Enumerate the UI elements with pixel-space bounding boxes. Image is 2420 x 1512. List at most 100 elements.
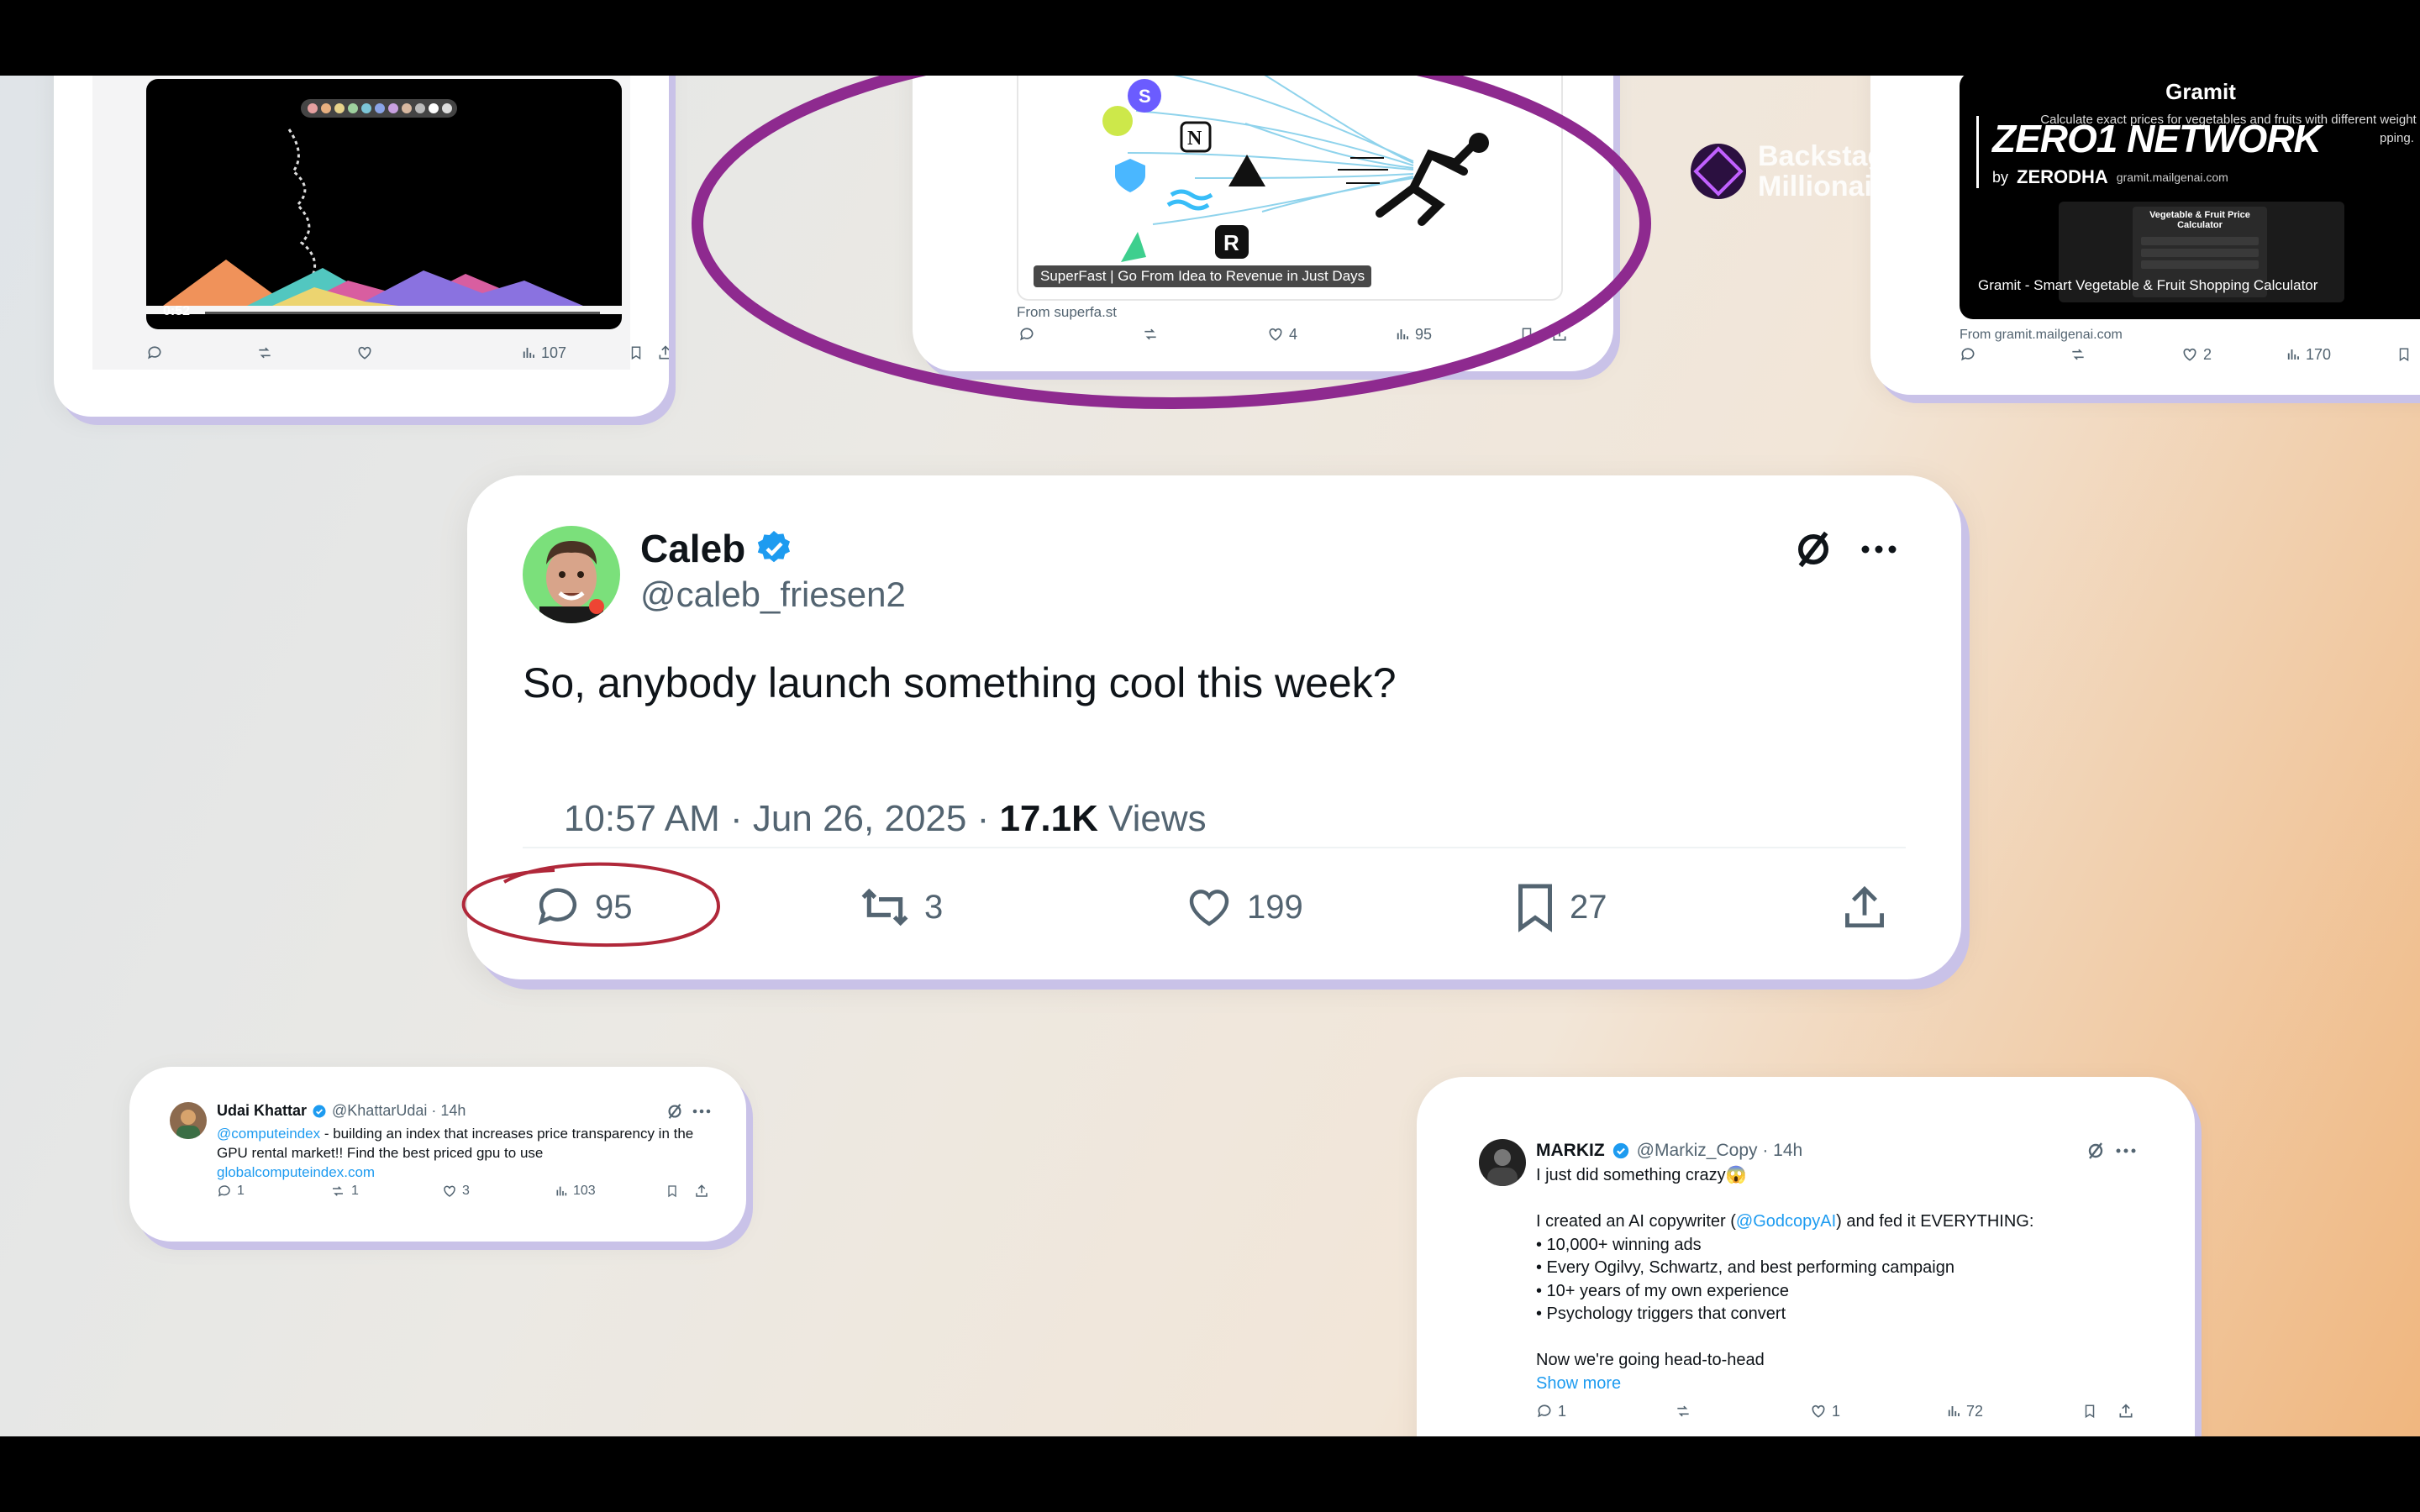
retweet-icon[interactable] bbox=[1141, 326, 1160, 343]
avatar[interactable] bbox=[1479, 1139, 1526, 1186]
views-stat[interactable]: 103 bbox=[555, 1184, 596, 1199]
grok-icon[interactable] bbox=[1791, 528, 1835, 571]
bookmark-icon[interactable] bbox=[2082, 1403, 2097, 1420]
zero1-overlay: ZERO1 NETWORK by ZERODHA gramit.mailgena… bbox=[1976, 116, 2362, 188]
handle-time[interactable]: @KhattarUdai · 14h bbox=[332, 1102, 466, 1120]
retweet-count: 1 bbox=[351, 1184, 359, 1198]
reply-icon[interactable] bbox=[1018, 326, 1035, 343]
handle[interactable]: @caleb_friesen2 bbox=[640, 575, 906, 615]
mention-link[interactable]: @computeindex bbox=[217, 1126, 320, 1142]
svg-text:N: N bbox=[1187, 128, 1202, 150]
like-count: 3 bbox=[462, 1184, 470, 1198]
like-icon[interactable] bbox=[356, 344, 373, 361]
verified-badge-icon bbox=[754, 528, 794, 569]
retweet-icon[interactable] bbox=[1674, 1403, 1692, 1420]
tweet-line-last: Now we're going head-to-head bbox=[1536, 1351, 1765, 1369]
share-button[interactable] bbox=[1840, 882, 1889, 932]
bookmark-button[interactable]: 27 bbox=[1514, 882, 1607, 932]
mention-link[interactable]: @GodcopyAI bbox=[1736, 1212, 1836, 1231]
reply-icon bbox=[538, 888, 577, 926]
tweet-timestamp[interactable]: 10:57 AM · Jun 26, 2025 · bbox=[564, 798, 1000, 839]
video-player[interactable]: 0:52 bbox=[146, 79, 622, 329]
like-stat[interactable]: 2 bbox=[2181, 346, 2212, 364]
views-stat[interactable]: 95 bbox=[1395, 326, 1432, 344]
reply-icon[interactable] bbox=[1960, 346, 1976, 363]
views-count: 17.1K bbox=[999, 798, 1098, 839]
bullet-item: • Every Ogilvy, Schwartz, and best perfo… bbox=[1536, 1258, 1954, 1277]
share-icon[interactable] bbox=[694, 1184, 709, 1199]
reply-stat[interactable]: 1 bbox=[217, 1184, 245, 1199]
retweet-icon[interactable] bbox=[2069, 346, 2087, 363]
more-options-icon[interactable] bbox=[692, 1107, 711, 1116]
share-icon[interactable] bbox=[1551, 326, 1568, 343]
retweet-button[interactable]: 3 bbox=[859, 884, 943, 931]
more-options-icon[interactable] bbox=[1859, 534, 1899, 564]
views-stat[interactable]: 72 bbox=[1946, 1403, 1983, 1420]
reply-button[interactable]: 95 bbox=[534, 884, 633, 931]
bookmark-icon[interactable] bbox=[2396, 346, 2412, 363]
display-name[interactable]: Caleb bbox=[640, 526, 745, 571]
zero1-title: ZERO1 NETWORK bbox=[1992, 117, 2322, 160]
share-icon[interactable] bbox=[657, 344, 669, 361]
heart-icon bbox=[1189, 890, 1229, 927]
views-stat[interactable]: 107 bbox=[521, 344, 566, 362]
avatar[interactable] bbox=[170, 1102, 207, 1139]
views-stat[interactable]: 170 bbox=[2286, 346, 2331, 364]
display-name-row: Caleb bbox=[640, 526, 794, 571]
bullet-item: • 10,000+ winning ads bbox=[1536, 1235, 1702, 1254]
svg-text:S: S bbox=[1139, 86, 1151, 107]
views-count: 72 bbox=[1966, 1402, 1984, 1420]
bullet-item: • Psychology triggers that convert bbox=[1536, 1305, 1786, 1323]
letterbox-top bbox=[0, 0, 2420, 76]
like-count: 199 bbox=[1247, 888, 1303, 926]
reply-stat[interactable]: 1 bbox=[1536, 1403, 1566, 1420]
video-progress-bar[interactable] bbox=[205, 312, 600, 314]
tweet-line-2: I created an AI copywriter (@GodcopyAI) … bbox=[1536, 1212, 2034, 1231]
bookmark-count: 27 bbox=[1570, 888, 1607, 926]
main-tweet-actions: 95 3 199 27 bbox=[467, 875, 1961, 942]
like-count: 4 bbox=[1289, 325, 1298, 343]
tweet-text: I just did something crazy😱 I created an… bbox=[1536, 1164, 2175, 1395]
views-count: 107 bbox=[541, 344, 567, 361]
grok-icon[interactable] bbox=[666, 1102, 684, 1121]
bookmark-icon[interactable] bbox=[1519, 326, 1534, 343]
tweet-text-line1: - building an index that increases price… bbox=[320, 1126, 694, 1142]
retweet-count: 3 bbox=[924, 888, 944, 926]
reply-icon[interactable] bbox=[146, 344, 163, 361]
reply-count: 1 bbox=[237, 1184, 245, 1198]
views-count: 170 bbox=[2306, 345, 2332, 363]
gramit-title: Gramit bbox=[2165, 79, 2236, 104]
like-count: 2 bbox=[2203, 345, 2212, 363]
like-stat[interactable]: 1 bbox=[1810, 1403, 1840, 1420]
calculator-title: Vegetable & Fruit Price Calculator bbox=[2149, 210, 2250, 230]
bookmark-icon[interactable] bbox=[629, 344, 644, 361]
tweet-text: So, anybody launch something cool this w… bbox=[523, 659, 1397, 706]
retweet-icon[interactable] bbox=[255, 344, 274, 361]
svg-text:R: R bbox=[1223, 230, 1239, 255]
tweet-header: MARKIZ @Markiz_Copy · 14h bbox=[1536, 1141, 1802, 1161]
gramit-source[interactable]: From gramit.mailgenai.com bbox=[1960, 328, 2123, 343]
zero1-by: by bbox=[1992, 168, 2009, 186]
avatar[interactable] bbox=[523, 526, 620, 623]
reply-count: 1 bbox=[1558, 1402, 1567, 1420]
views-label: Views bbox=[1097, 798, 1207, 839]
show-more-link[interactable]: Show more bbox=[1536, 1373, 2175, 1396]
link-source[interactable]: From superfa.st bbox=[1017, 304, 1117, 321]
divider bbox=[523, 847, 1906, 848]
bookmark-icon[interactable] bbox=[666, 1184, 679, 1199]
like-stat[interactable]: 4 bbox=[1267, 326, 1297, 344]
more-options-icon[interactable] bbox=[2116, 1146, 2136, 1156]
gramit-preview[interactable]: Gramit Calculate exact prices for vegeta… bbox=[1960, 72, 2420, 319]
display-name[interactable]: Udai Khattar bbox=[217, 1102, 307, 1120]
like-stat[interactable]: 3 bbox=[442, 1184, 470, 1199]
external-link[interactable]: globalcomputeindex.com bbox=[217, 1164, 375, 1180]
grok-icon[interactable] bbox=[2086, 1141, 2106, 1161]
retweet-stat[interactable]: 1 bbox=[329, 1184, 359, 1199]
handle-time[interactable]: @Markiz_Copy · 14h bbox=[1637, 1141, 1803, 1161]
gramit-caption: Gramit - Smart Vegetable & Fruit Shoppin… bbox=[1978, 277, 2318, 293]
backstage-line1: Backstage bbox=[1758, 140, 1902, 172]
share-icon[interactable] bbox=[2118, 1403, 2134, 1420]
letterbox-bottom bbox=[0, 1436, 2420, 1512]
like-button[interactable]: 199 bbox=[1185, 884, 1303, 931]
display-name[interactable]: MARKIZ bbox=[1536, 1141, 1605, 1161]
